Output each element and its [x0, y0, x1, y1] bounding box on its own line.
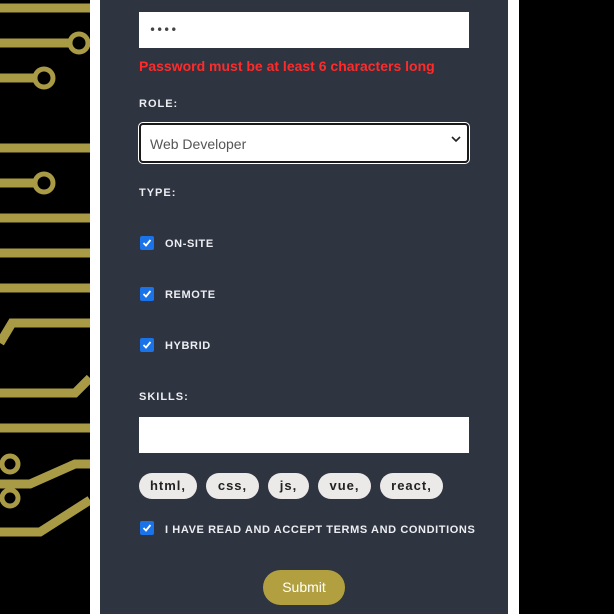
role-select[interactable]: Web Developer — [139, 123, 469, 163]
check-icon — [142, 341, 152, 349]
terms-label: I HAVE READ AND ACCEPT TERMS AND CONDITI… — [165, 524, 476, 536]
password-field[interactable]: •••• — [139, 12, 469, 48]
terms-checkbox[interactable] — [140, 521, 154, 535]
role-label: ROLE: — [139, 98, 179, 110]
role-select-value: Web Developer — [150, 136, 247, 152]
password-error-message: Password must be at least 6 characters l… — [139, 58, 435, 74]
remote-label: REMOTE — [165, 289, 216, 301]
check-icon — [142, 524, 152, 532]
hybrid-label: HYBRID — [165, 340, 211, 352]
remote-checkbox[interactable] — [140, 287, 154, 301]
check-icon — [142, 239, 152, 247]
submit-button[interactable]: Submit — [263, 570, 345, 605]
onsite-label: ON-SITE — [165, 238, 214, 250]
form-panel — [100, 0, 508, 614]
skill-tag-react[interactable]: react, — [380, 473, 443, 499]
onsite-checkbox[interactable] — [140, 236, 154, 250]
chevron-down-icon — [451, 136, 461, 143]
hybrid-checkbox[interactable] — [140, 338, 154, 352]
skill-tag-html[interactable]: html, — [139, 473, 197, 499]
skills-input[interactable] — [139, 417, 469, 453]
circuit-board-decoration — [0, 3, 90, 537]
skills-label: SKILLS: — [139, 391, 189, 403]
check-icon — [142, 290, 152, 298]
skill-tag-js[interactable]: js, — [268, 473, 309, 499]
type-label: TYPE: — [139, 187, 177, 199]
skill-tag-css[interactable]: css, — [206, 473, 259, 499]
skill-tag-vue[interactable]: vue, — [318, 473, 371, 499]
